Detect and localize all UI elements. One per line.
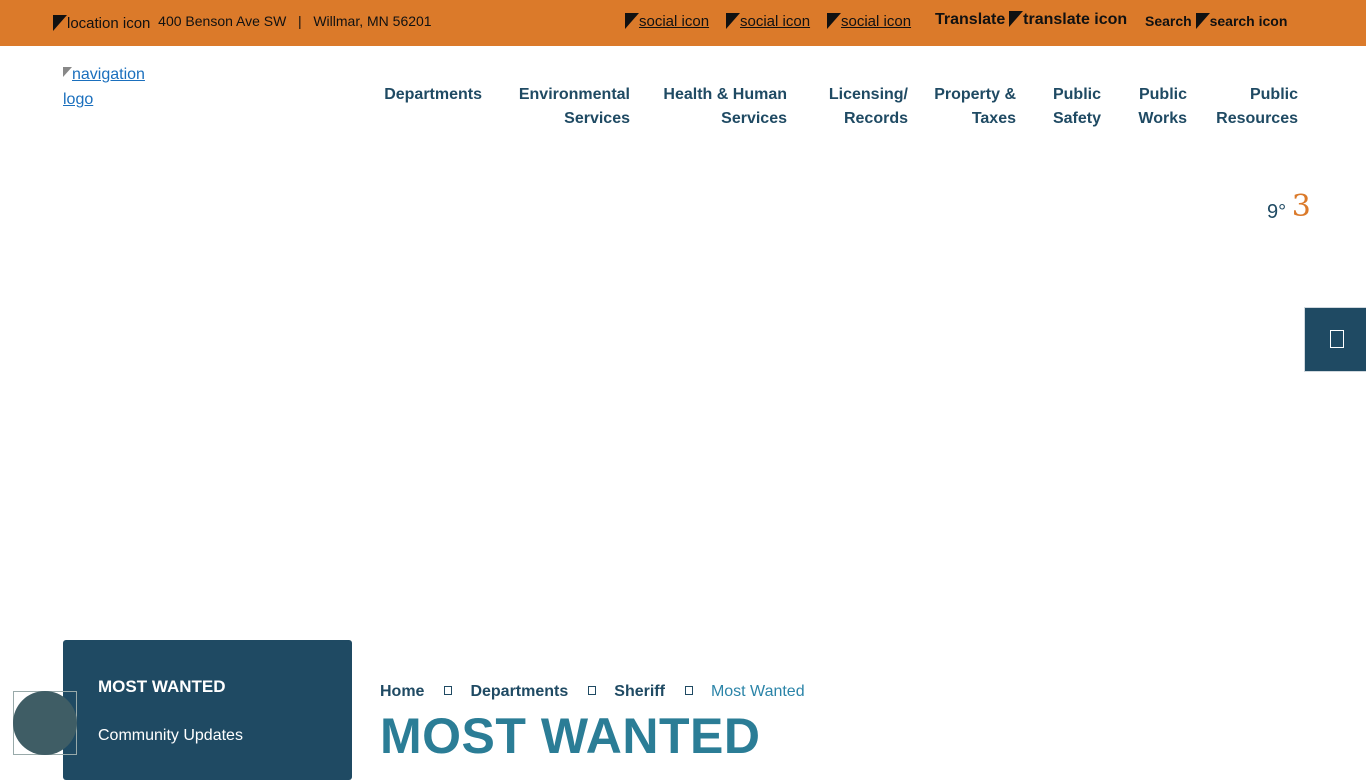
weather-widget: 9° 3 — [1267, 189, 1311, 224]
address-street: 400 Benson Ave SW — [158, 13, 287, 29]
breadcrumb-separator-icon — [588, 686, 597, 695]
nav-item-environmental-services[interactable]: Environmental Services — [519, 83, 630, 131]
weather-temperature: 9° — [1267, 201, 1287, 223]
site-logo[interactable]: navigation logo — [63, 62, 163, 112]
breadcrumb-current: Most Wanted — [710, 683, 805, 700]
address: location icon 400 Benson Ave SW | Willma… — [53, 13, 432, 32]
accessibility-widget[interactable] — [13, 691, 77, 755]
accessibility-icon — [13, 691, 77, 755]
translate-label: Translate — [935, 11, 1006, 28]
breadcrumb-separator-icon — [684, 686, 693, 695]
social-link-3[interactable]: social icon — [827, 13, 911, 30]
social-icon — [726, 13, 740, 29]
nav-item-departments[interactable]: Departments — [384, 83, 482, 107]
sidebar-title[interactable]: MOST WANTED — [98, 677, 226, 697]
top-utility-bar: location icon 400 Benson Ave SW | Willma… — [0, 0, 1366, 46]
nav-item-public-resources[interactable]: Public Resources — [1216, 83, 1298, 131]
breadcrumb-departments[interactable]: Departments — [470, 683, 568, 700]
nav-item-health-human-services[interactable]: Health & Human Services — [663, 83, 787, 131]
nav-item-public-safety[interactable]: Public Safety — [1053, 83, 1101, 131]
address-separator: | — [298, 13, 302, 29]
section-sidebar: MOST WANTED Community Updates — [63, 640, 352, 780]
social-icon — [625, 13, 639, 29]
page-title: MOST WANTED — [380, 708, 761, 764]
search-button[interactable]: Search search icon — [1145, 13, 1287, 29]
search-label: Search — [1145, 13, 1192, 29]
nav-item-public-works[interactable]: Public Works — [1138, 83, 1187, 131]
translate-icon: translate icon — [1009, 11, 1127, 28]
page-icon — [1330, 330, 1344, 348]
address-city: Willmar, MN 56201 — [313, 13, 432, 29]
breadcrumb: Home Departments Sheriff Most Wanted — [380, 683, 805, 701]
nav-item-licensing-records[interactable]: Licensing/Records — [829, 83, 908, 131]
location-icon: location icon — [53, 15, 150, 32]
search-icon: search icon — [1195, 13, 1287, 29]
weather-icon: 3 — [1291, 189, 1311, 224]
social-icon — [827, 13, 841, 29]
sidebar-link-community-updates[interactable]: Community Updates — [98, 727, 243, 745]
side-floating-tab[interactable] — [1304, 307, 1366, 372]
logo-image-icon — [63, 67, 72, 77]
translate-button[interactable]: Translate translate icon — [935, 11, 1127, 29]
breadcrumb-sheriff[interactable]: Sheriff — [614, 683, 665, 700]
social-link-2[interactable]: social icon — [726, 13, 810, 30]
social-link-1[interactable]: social icon — [625, 13, 709, 30]
breadcrumb-home[interactable]: Home — [380, 683, 424, 700]
breadcrumb-separator-icon — [444, 686, 453, 695]
nav-item-property-taxes[interactable]: Property & Taxes — [934, 83, 1016, 131]
